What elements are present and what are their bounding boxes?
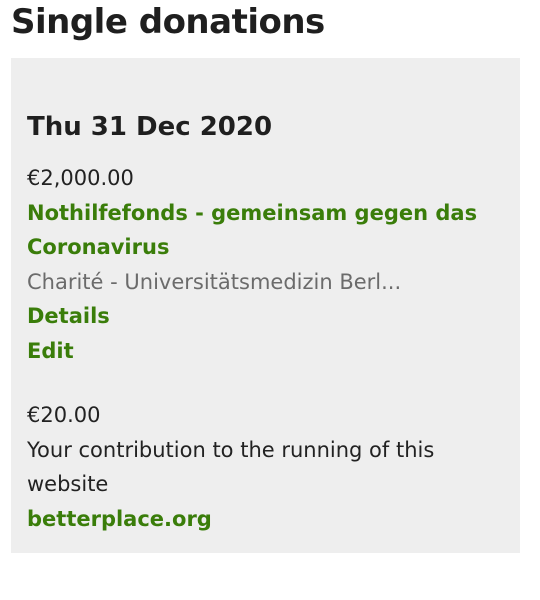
description-line2: website (27, 472, 109, 496)
description-line1: Your contribution to the running of this (27, 437, 435, 462)
donation-description: Your contribution to the running of this… (27, 433, 504, 502)
page-title: Single donations (11, 2, 325, 42)
project-name-line2: Coronavirus (27, 235, 170, 259)
donation-item: €2,000.00 Nothilfefonds - gemeinsam gege… (27, 161, 504, 368)
single-donations-page: Single donations Thu 31 Dec 2020 €2,000.… (0, 0, 540, 600)
donation-date: Thu 31 Dec 2020 (27, 112, 273, 142)
project-link[interactable]: Nothilfefonds - gemeinsam gegen das Coro… (27, 196, 504, 265)
details-link[interactable]: Details (27, 299, 504, 334)
project-name-line1: Nothilfefonds - gemeinsam gegen das (27, 200, 478, 225)
donation-group-card: Thu 31 Dec 2020 €2,000.00 Nothilfefonds … (11, 58, 520, 553)
organisation-name: Charité - Universitätsmedizin Berl... (27, 269, 402, 294)
donation-separator (27, 368, 504, 398)
edit-link[interactable]: Edit (27, 334, 504, 369)
donation-amount: €20.00 (27, 403, 101, 427)
donation-amount: €2,000.00 (27, 166, 134, 190)
betterplace-link[interactable]: betterplace.org (27, 502, 504, 537)
donation-item: €20.00 Your contribution to the running … (27, 398, 504, 536)
